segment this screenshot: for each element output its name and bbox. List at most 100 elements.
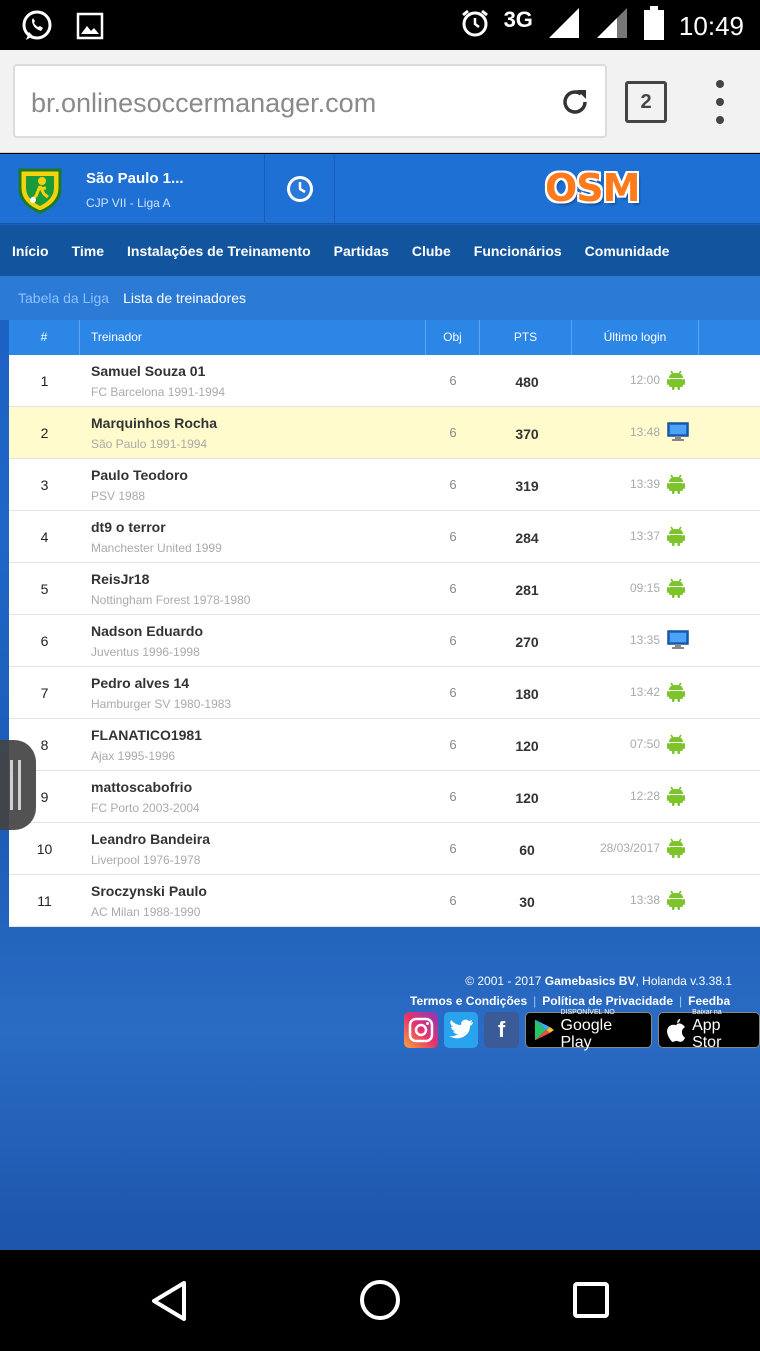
table-row[interactable]: 9 mattoscabofrio FC Porto 2003-2004 6 120 12:…: [9, 771, 760, 823]
osm-logo[interactable]: OSM: [545, 166, 640, 210]
points-cell: 319: [515, 478, 539, 494]
nav-inicio[interactable]: Início: [12, 243, 49, 259]
points-cell: 120: [515, 790, 539, 806]
points-cell: 60: [519, 842, 535, 858]
instagram-icon[interactable]: [404, 1012, 439, 1048]
manager-club: Liverpool 1976-1978: [91, 853, 201, 867]
side-drawer-handle[interactable]: [0, 740, 36, 830]
copyright-suffix: , Holanda v.3.38.1: [635, 974, 732, 988]
manager-name[interactable]: Marquinhos Rocha: [91, 415, 217, 431]
tab-managers-list[interactable]: Lista de treinadores: [123, 290, 246, 306]
privacy-link[interactable]: Política de Privacidade: [542, 994, 673, 1008]
nav-club[interactable]: Clube: [412, 243, 451, 259]
manager-name[interactable]: Sroczynski Paulo: [91, 883, 207, 899]
col-last-login-header: Último login: [572, 320, 699, 355]
android-icon: [667, 838, 685, 863]
android-icon: [667, 474, 685, 499]
table-row[interactable]: 2 Marquinhos Rocha São Paulo 1991-1994 6 370…: [9, 407, 760, 459]
google-play-button[interactable]: DISPONÍVEL NO Google Play: [524, 1009, 653, 1051]
app-store-label: App Stor: [692, 1017, 722, 1051]
whatsapp-icon: [20, 9, 54, 48]
manager-name[interactable]: Leandro Bandeira: [91, 831, 210, 847]
tab-league-table[interactable]: Tabela da Liga: [18, 290, 109, 306]
last-login-cell: 12:00: [629, 373, 660, 387]
manager-name[interactable]: dt9 o terror: [91, 519, 166, 535]
last-login-cell: 09:15: [629, 581, 660, 595]
company-name[interactable]: Gamebasics BV: [545, 974, 636, 988]
manager-name[interactable]: Samuel Souza 01: [91, 363, 205, 379]
home-icon[interactable]: [359, 1279, 401, 1326]
manager-name[interactable]: Paulo Teodoro: [91, 467, 188, 483]
android-icon: [667, 578, 685, 603]
address-bar[interactable]: br.onlinesoccermanager.com: [13, 64, 607, 138]
table-row[interactable]: 6 Nadson Eduardo Juventus 1996-1998 6 270 13:…: [9, 615, 760, 667]
table-row[interactable]: 7 Pedro alves 14 Hamburger SV 1980-1983 6 18…: [9, 667, 760, 719]
terms-link[interactable]: Termos e Condições: [410, 994, 527, 1008]
table-row[interactable]: 10 Leandro Bandeira Liverpool 1976-1978 6 60…: [9, 823, 760, 875]
objective-cell: 6: [449, 425, 457, 440]
points-cell: 180: [515, 686, 539, 702]
feedback-link[interactable]: Feedba: [688, 994, 730, 1008]
android-icon: [667, 526, 685, 551]
url-text: br.onlinesoccermanager.com: [31, 88, 377, 118]
android-icon: [667, 786, 685, 811]
tab-switcher-button[interactable]: 2: [625, 81, 667, 123]
rank-cell: 11: [37, 893, 52, 909]
main-nav: Início Time Instalações de Treinamento P…: [0, 225, 760, 276]
app-store-button[interactable]: Baixar na App Stor: [658, 1009, 760, 1051]
table-row[interactable]: 8 FLANATICO1981 Ajax 1995-1996 6 120 07:50: [9, 719, 760, 771]
club-info[interactable]: São Paulo 1... CJP VII - Liga A: [0, 154, 265, 224]
club-league: CJP VII - Liga A: [86, 196, 171, 210]
table-row[interactable]: 3 Paulo Teodoro PSV 1988 6 319 13:39: [9, 459, 760, 511]
points-cell: 120: [515, 738, 539, 754]
manager-club: Juventus 1996-1998: [91, 645, 200, 659]
facebook-icon[interactable]: f: [484, 1012, 519, 1048]
objective-cell: 6: [449, 633, 457, 648]
club-name: São Paulo 1...: [86, 170, 184, 187]
copyright: © 2001 - 2017 Gamebasics BV, Holanda v.3…: [465, 974, 732, 988]
table-header: # Treinador Obj PTS Último login: [9, 320, 760, 355]
timer-button[interactable]: [265, 154, 335, 224]
table-row[interactable]: 11 Sroczynski Paulo AC Milan 1988-1990 6 30 1…: [9, 875, 760, 927]
nav-staff[interactable]: Funcionários: [474, 243, 562, 259]
signal-icon-2: [595, 6, 629, 47]
manager-club: São Paulo 1991-1994: [91, 437, 208, 451]
android-icon: [667, 682, 685, 707]
nav-time[interactable]: Time: [72, 243, 104, 259]
manager-name[interactable]: FLANATICO1981: [91, 727, 202, 743]
browser-menu-icon[interactable]: [716, 80, 726, 126]
col-manager-header: Treinador: [80, 320, 426, 355]
manager-club: Hamburger SV 1980-1983: [91, 697, 232, 711]
back-icon[interactable]: [150, 1280, 188, 1327]
nav-community[interactable]: Comunidade: [585, 243, 670, 259]
google-play-label: Google Play: [560, 1017, 613, 1051]
manager-name[interactable]: mattoscabofrio: [91, 779, 192, 795]
rank-cell: 10: [36, 841, 53, 857]
recents-icon[interactable]: [573, 1282, 609, 1323]
points-cell: 30: [519, 894, 535, 910]
rank-cell: 6: [40, 633, 49, 649]
objective-cell: 6: [449, 893, 457, 908]
manager-name[interactable]: ReisJr18: [91, 571, 149, 587]
manager-name[interactable]: Pedro alves 14: [91, 675, 189, 691]
club-header: São Paulo 1... CJP VII - Liga A OSM: [0, 154, 760, 224]
manager-name[interactable]: Nadson Eduardo: [91, 623, 203, 639]
sub-nav: Tabela da Liga Lista de treinadores: [0, 276, 760, 320]
table-row[interactable]: 1 Samuel Souza 01 FC Barcelona 1991-1994 6 4…: [9, 355, 760, 407]
managers-table: # Treinador Obj PTS Último login 1 Samuel…: [9, 320, 760, 927]
screen: 3G 10:49 br.onlinesoccermanager.com 2 Sã…: [0, 0, 760, 1351]
reload-icon[interactable]: [557, 84, 593, 125]
social-links: f DISPONÍVEL NO Google Play Baixar na App …: [404, 1009, 760, 1051]
table-row[interactable]: 4 dt9 o terror Manchester United 1999 6 284 1…: [9, 511, 760, 563]
copyright-prefix: © 2001 - 2017: [465, 974, 545, 988]
last-login-cell: 13:48: [629, 425, 660, 439]
objective-cell: 6: [449, 373, 457, 388]
last-login-cell: 13:38: [629, 893, 660, 907]
nav-training[interactable]: Instalações de Treinamento: [127, 243, 311, 259]
app-store-small: Baixar na: [692, 1009, 722, 1016]
nav-matches[interactable]: Partidas: [334, 243, 389, 259]
manager-club: Nottingham Forest 1978-1980: [91, 593, 251, 607]
google-play-small: DISPONÍVEL NO: [560, 1009, 615, 1016]
twitter-icon[interactable]: [444, 1012, 479, 1048]
table-row[interactable]: 5 ReisJr18 Nottingham Forest 1978-1980 6 281…: [9, 563, 760, 615]
